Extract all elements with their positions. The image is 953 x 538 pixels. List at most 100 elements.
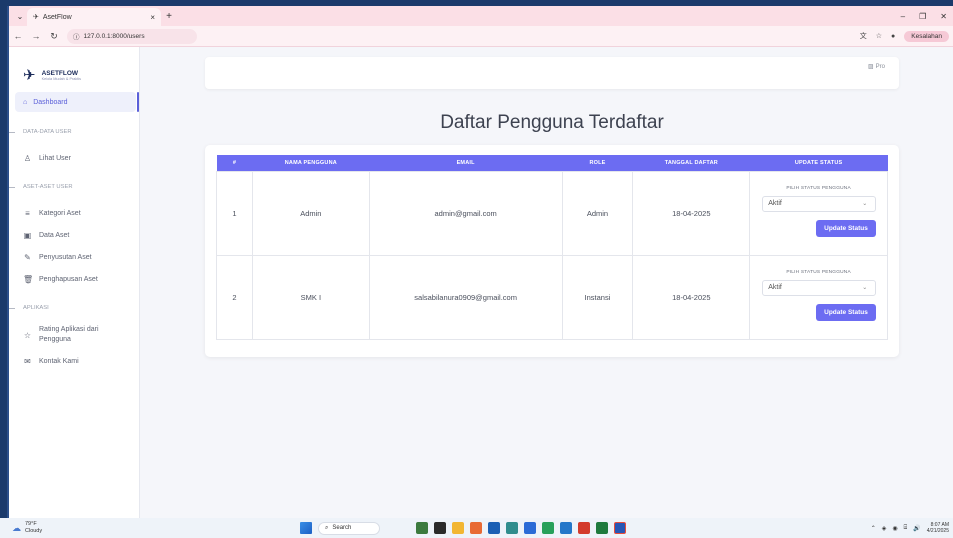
browser-tab[interactable]: ✈ AsetFlow ×: [27, 8, 161, 26]
url-input[interactable]: ⓘ 127.0.0.1:8000/users: [67, 28, 197, 44]
taskbar-apps: ⌕ Search: [300, 521, 626, 535]
header-date: TANGGAL DAFTAR: [632, 155, 750, 171]
status-label: PILIH STATUS PENGGUNA: [786, 269, 851, 275]
favicon-icon: ✈: [33, 14, 39, 21]
chrome-browser-icon[interactable]: [542, 522, 554, 534]
user-avatar[interactable]: ▨ Pro: [868, 63, 885, 71]
profile-avatar-icon[interactable]: ●: [891, 33, 895, 40]
bookmark-star-icon[interactable]: ☆: [876, 32, 882, 40]
home-icon: ⌂: [23, 98, 28, 106]
update-status-button[interactable]: Update Status: [816, 303, 876, 321]
tab-strip: ⌄ ✈ AsetFlow × + – ❐ ✕: [9, 6, 953, 26]
maximize-icon[interactable]: ❐: [919, 12, 926, 21]
status-select[interactable]: Aktif ⌄: [762, 279, 877, 296]
sidebar-item-kontak-kami[interactable]: ✉ Kontak Kami: [9, 354, 139, 368]
cell-date: 18-04-2025: [632, 170, 751, 256]
cell-number: 1: [216, 170, 253, 256]
section-aset-user: ASET-ASET USER: [9, 180, 139, 194]
section-title: APLIKASI: [23, 305, 49, 311]
address-bar: ← → ↻ ⓘ 127.0.0.1:8000/users 文 ☆ ● Kesal…: [9, 26, 953, 47]
trash-icon: 🗑: [23, 274, 34, 284]
profile-error-button[interactable]: Kesalahan: [904, 30, 949, 42]
clock-date: 4/21/2025: [926, 528, 949, 534]
cell-name: SMK I: [251, 254, 370, 340]
paint-app-icon[interactable]: [578, 522, 590, 534]
sidebar-item-penghapusan-aset[interactable]: 🗑 Penghapusan Aset: [9, 272, 139, 286]
sidebar-item-dashboard[interactable]: ⌂ Dashboard: [15, 92, 139, 112]
cell-role: Admin: [561, 170, 634, 256]
section-dash: [9, 186, 15, 188]
brand[interactable]: ✈ ASETFLOW Kelola Mudah & Praktis: [9, 47, 139, 89]
section-dash: [9, 131, 15, 133]
main-content: ▨ Pro Daftar Pengguna Terdaftar # NAMA P…: [140, 47, 953, 518]
vscode-app-icon[interactable]: [560, 522, 572, 534]
reload-icon[interactable]: ↻: [49, 31, 59, 42]
sidebar-item-kategori-aset[interactable]: ≡ Kategori Aset: [9, 206, 139, 220]
edge-browser-icon[interactable]: [524, 522, 536, 534]
tray-app-icon[interactable]: ◈: [882, 525, 887, 532]
site-info-icon[interactable]: ⓘ: [73, 31, 80, 41]
sidebar-item-penyusutan-aset[interactable]: ✎ Penyusutan Aset: [9, 250, 139, 264]
tray-sync-icon[interactable]: ◉: [892, 525, 897, 532]
new-tab-icon[interactable]: +: [161, 11, 177, 22]
mail-app-icon[interactable]: [506, 522, 518, 534]
back-icon[interactable]: ←: [13, 31, 23, 41]
network-icon[interactable]: ⌸: [904, 525, 908, 532]
cell-update-status: PILIH STATUS PENGGUNA Aktif ⌄ Update Sta…: [749, 254, 888, 340]
terminal-app-icon[interactable]: [434, 522, 446, 534]
tab-close-icon[interactable]: ×: [150, 13, 155, 22]
photos-app-icon[interactable]: [416, 522, 428, 534]
brand-name: ASETFLOW: [41, 69, 79, 77]
chevron-up-icon[interactable]: ⌃: [871, 525, 876, 532]
section-aplikasi: APLIKASI: [9, 301, 139, 315]
weather-widget[interactable]: ☁ 79°F Cloudy: [0, 521, 300, 535]
clock[interactable]: 8:07 AM 4/21/2025: [927, 522, 949, 534]
file-explorer-icon[interactable]: [452, 522, 464, 534]
windows-start-icon[interactable]: [300, 522, 312, 534]
update-status-button[interactable]: Update Status: [816, 219, 876, 237]
sidebar-item-rating-aplikasi[interactable]: ☆ Rating Aplikasi dari Pengguna: [9, 322, 139, 348]
app-body: ✈ ASETFLOW Kelola Mudah & Praktis ⌂ Dash…: [9, 47, 953, 518]
sidebar-item-data-aset[interactable]: ▣ Data Aset: [9, 228, 139, 242]
forward-icon[interactable]: →: [31, 31, 41, 41]
browser-window: ⌄ ✈ AsetFlow × + – ❐ ✕ ← → ↻ ⓘ 127.0.0.1…: [7, 6, 953, 518]
cell-date: 18-04-2025: [632, 254, 751, 340]
excel-app-icon[interactable]: [596, 522, 608, 534]
cell-email: salsabilanura0909@gmail.com: [368, 254, 563, 340]
users-table: # NAMA PENGGUNA EMAIL ROLE TANGGAL DAFTA…: [216, 155, 888, 340]
users-card: # NAMA PENGGUNA EMAIL ROLE TANGGAL DAFTA…: [205, 145, 899, 357]
table-row: 2 SMK I salsabilanura0909@gmail.com Inst…: [216, 254, 888, 340]
archive-icon: ▣: [23, 230, 32, 240]
sidebar: ✈ ASETFLOW Kelola Mudah & Praktis ⌂ Dash…: [9, 47, 140, 518]
sidebar-item-lihat-user[interactable]: ♙ Lihat User: [9, 151, 139, 165]
store-app-icon[interactable]: [470, 522, 482, 534]
chevron-down-icon: ⌄: [862, 284, 868, 291]
translate-icon[interactable]: 文: [860, 31, 867, 41]
sidebar-item-label: Data Aset: [39, 231, 70, 239]
status-label: PILIH STATUS PENGGUNA: [786, 185, 851, 191]
minimize-icon[interactable]: –: [901, 12, 905, 21]
toolbar-right: 文 ☆ ● Kesalahan: [860, 30, 949, 42]
table-row: 1 Admin admin@gmail.com Admin 18-04-2025…: [216, 170, 888, 256]
tab-title: AsetFlow: [42, 13, 72, 21]
volume-icon[interactable]: 🔊: [913, 525, 920, 532]
tab-search-chevron-icon[interactable]: ⌄: [13, 12, 27, 21]
close-window-icon[interactable]: ✕: [940, 12, 947, 21]
header-role: ROLE: [562, 155, 633, 171]
header-update-status: UPDATE STATUS: [749, 155, 888, 171]
cell-email: admin@gmail.com: [368, 170, 563, 256]
header-email: EMAIL: [369, 155, 563, 171]
status-select-value: Aktif: [768, 199, 782, 207]
cell-number: 2: [216, 254, 253, 340]
sidebar-item-label: Kategori Aset: [39, 209, 81, 217]
page-title: Daftar Pengguna Terdaftar: [440, 112, 664, 133]
word-app-icon[interactable]: [614, 522, 626, 534]
status-select-value: Aktif: [768, 283, 782, 291]
taskbar-search[interactable]: ⌕ Search: [318, 521, 380, 535]
search-icon: ⌕: [325, 524, 329, 531]
cell-name: Admin: [251, 170, 370, 256]
taskbar: ☁ 79°F Cloudy ⌕ Search ⌃ ◈ ◉ ⌸ 🔊 8:07 AM: [0, 518, 953, 538]
notes-app-icon[interactable]: [488, 522, 500, 534]
avatar-alt-text: Pro: [875, 63, 885, 70]
status-select[interactable]: Aktif ⌄: [762, 195, 877, 212]
